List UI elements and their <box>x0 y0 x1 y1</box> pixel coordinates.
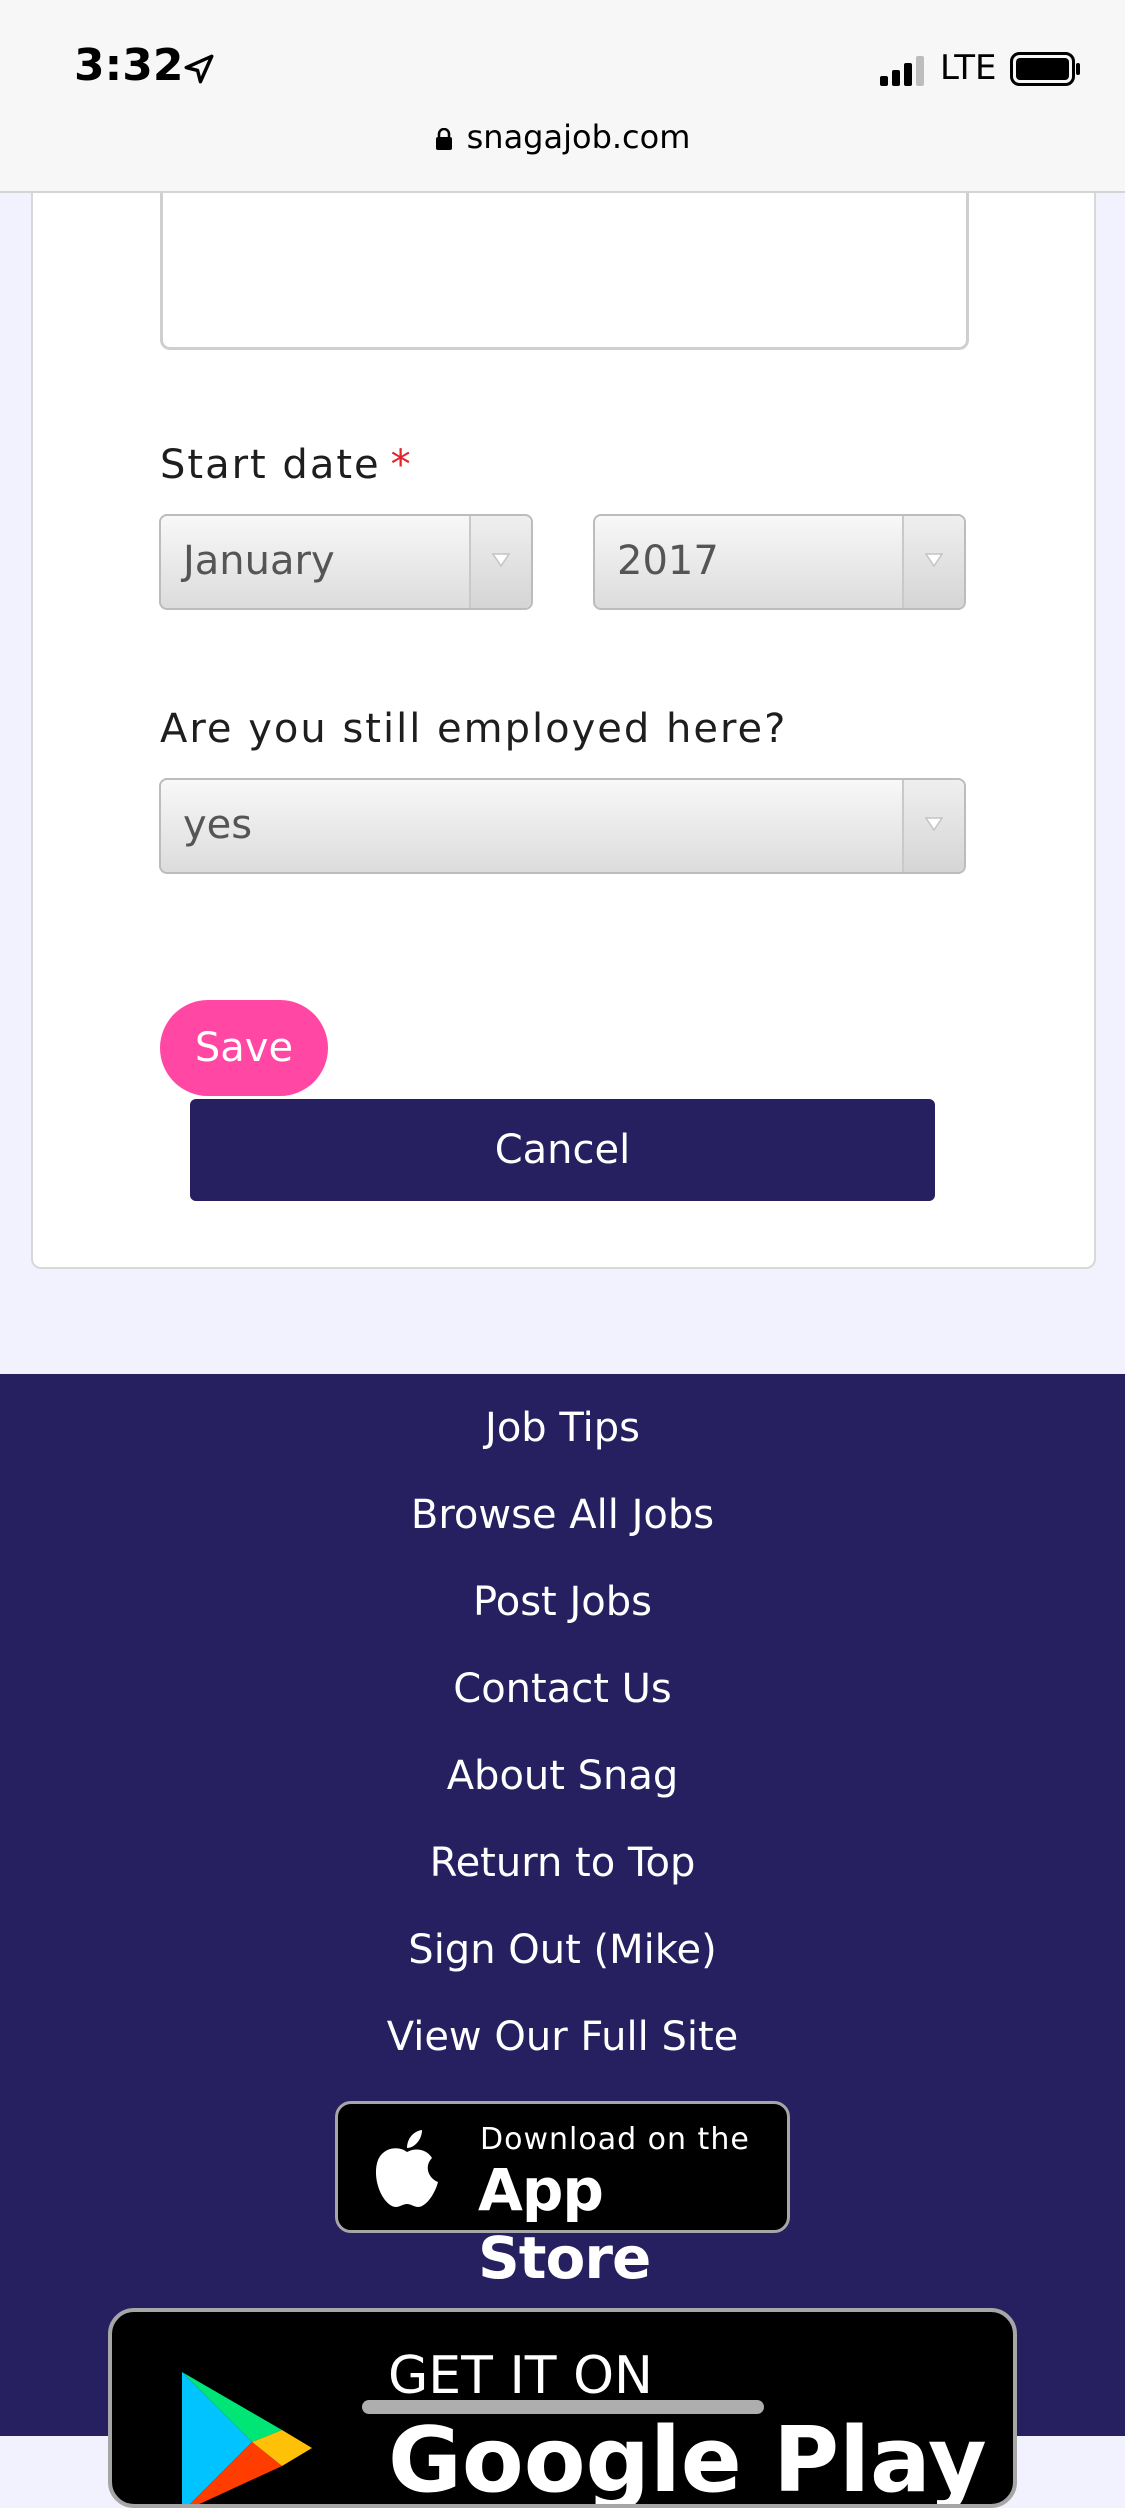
google-play-big-text: Google Play <box>388 2408 987 2508</box>
start-year-select[interactable]: 2017 <box>593 514 966 610</box>
still-employed-label: Are you still employed here? <box>160 706 788 752</box>
google-play-small-text: GET IT ON <box>388 2346 653 2406</box>
month-dropdown-arrow <box>469 516 531 608</box>
footer-link-about-snag[interactable]: About Snag <box>0 1753 1125 1799</box>
app-store-big-text: App Store <box>478 2156 651 2292</box>
start-year-value: 2017 <box>617 538 719 584</box>
footer-link-return-to-top[interactable]: Return to Top <box>0 1840 1125 1886</box>
start-date-label: Start date * <box>160 442 413 488</box>
apple-logo-icon <box>375 2130 438 2207</box>
app-store-badge[interactable]: Download on the App Store <box>335 2101 790 2292</box>
home-indicator[interactable] <box>362 2400 764 2414</box>
address-bar[interactable]: snagajob.com <box>0 118 1125 156</box>
cancel-button[interactable]: Cancel <box>190 1099 935 1201</box>
app-store-small-text: Download on the <box>480 2122 750 2157</box>
battery-icon <box>1010 52 1080 86</box>
chevron-down-icon <box>491 553 511 568</box>
start-date-label-text: Start date <box>160 442 381 488</box>
still-employed-value: yes <box>183 802 253 848</box>
employed-dropdown-arrow <box>902 780 964 872</box>
chevron-down-icon <box>924 817 944 832</box>
chevron-down-icon <box>924 553 944 568</box>
year-dropdown-arrow <box>902 516 964 608</box>
google-play-logo-icon <box>182 2372 312 2504</box>
start-month-select[interactable]: January <box>159 514 533 610</box>
footer-link-view-full-site[interactable]: View Our Full Site <box>0 2014 1125 2060</box>
save-button[interactable]: Save <box>160 1000 328 1096</box>
footer-link-browse-all-jobs[interactable]: Browse All Jobs <box>0 1492 1125 1538</box>
footer-link-contact-us[interactable]: Contact Us <box>0 1666 1125 1712</box>
required-marker: * <box>390 442 413 488</box>
status-time: 3:32 <box>74 40 184 91</box>
browser-top-bar: 3:32 LTE snagajob.com <box>0 0 1125 193</box>
footer-link-sign-out[interactable]: Sign Out (Mike) <box>0 1927 1125 1973</box>
lock-icon <box>435 128 452 150</box>
footer-link-job-tips[interactable]: Job Tips <box>0 1405 1125 1451</box>
url-text: snagajob.com <box>466 118 691 156</box>
footer-link-post-jobs[interactable]: Post Jobs <box>0 1579 1125 1625</box>
start-month-value: January <box>183 538 335 584</box>
location-arrow-icon <box>184 54 214 84</box>
network-type: LTE <box>940 48 997 88</box>
cellular-signal-icon <box>880 56 924 86</box>
still-employed-select[interactable]: yes <box>159 778 966 874</box>
